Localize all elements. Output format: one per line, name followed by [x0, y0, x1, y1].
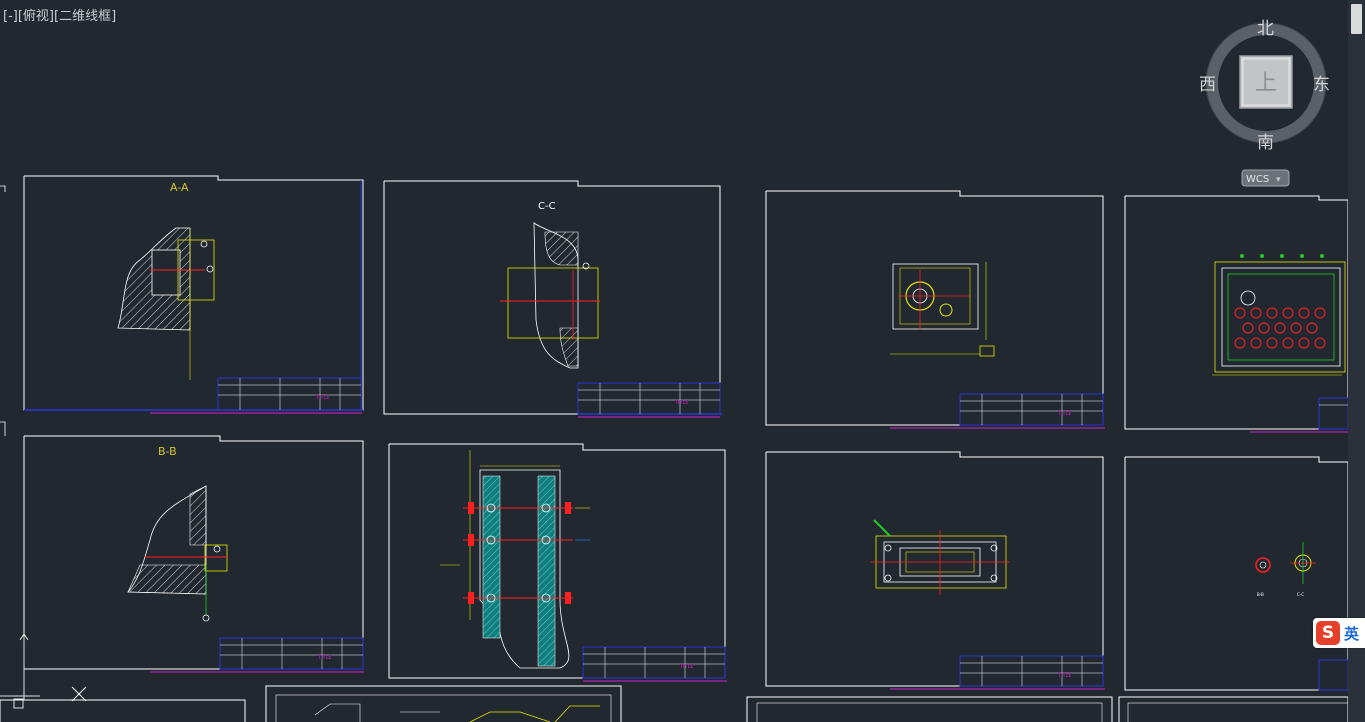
svg-text:TITLE: TITLE [679, 664, 694, 670]
svg-text:TITLE: TITLE [1057, 673, 1072, 679]
detail-label-cc: C-C [1297, 592, 1304, 597]
part-details-8: B-B C-C [1255, 542, 1316, 597]
visual-style-control[interactable]: [二维线框] [54, 9, 116, 24]
part-frame-7 [870, 519, 1010, 595]
part-section-bb [127, 485, 228, 622]
viewcube-west[interactable]: 西 [1199, 75, 1216, 95]
svg-text:TITLE: TITLE [317, 655, 332, 661]
drawing-sheet-7[interactable]: TITLE [765, 451, 1105, 690]
wcs-label: WCS [1246, 174, 1269, 185]
svg-text:TITLE: TITLE [674, 400, 689, 406]
viewcube-south[interactable]: 南 [1257, 133, 1274, 153]
detail-label-bb: B-B [1257, 592, 1264, 597]
title-block-4 [1318, 397, 1349, 430]
drawing-sheet-cc[interactable]: C-C TITLE [383, 180, 722, 418]
viewcube-face-label: 上 [1255, 71, 1277, 96]
part-section-aa [117, 227, 215, 380]
drawing-sheet-bb[interactable]: B-B TITLE [23, 435, 364, 673]
section-label-bb: B-B [158, 445, 177, 458]
part-plate-4 [1212, 254, 1346, 376]
drawing-sheet-aa[interactable]: A-A TITLE [23, 175, 364, 414]
title-block-7: TITLE [959, 655, 1104, 687]
ime-indicator[interactable]: S 英 [1313, 618, 1365, 648]
viewcube-east[interactable]: 东 [1313, 75, 1330, 95]
viewcube-north[interactable]: 北 [1257, 19, 1274, 39]
svg-text:TITLE: TITLE [315, 395, 330, 401]
section-label-aa: A-A [170, 181, 189, 194]
scrollbar-thumb[interactable] [1351, 4, 1362, 34]
svg-text:TITLE: TITLE [1057, 411, 1072, 417]
drawing-canvas[interactable]: A-A TITLE C-C TITLE TITLE B-B TITLE TITL… [0, 0, 1365, 722]
title-block-6: TITLE [582, 646, 726, 679]
drawing-sheet-8[interactable]: B-B C-C [1124, 456, 1349, 691]
part-plan-3 [890, 262, 995, 357]
viewport-controls-label[interactable]: [-][俯视][二维线框] [3, 5, 116, 24]
wcs-dropdown-icon: ▾ [1276, 175, 1281, 185]
drawing-sheet-6[interactable]: TITLE [388, 443, 727, 682]
title-block-2: TITLE [577, 382, 721, 415]
drawing-sheet-4[interactable] [1124, 195, 1349, 433]
crosshair-cursor [71, 686, 87, 702]
left-edge-fragments [0, 185, 6, 436]
ime-language-label[interactable]: 英 [1344, 623, 1359, 644]
drawing-sheet-3[interactable]: TITLE [765, 190, 1105, 429]
vertical-scrollbar[interactable] [1348, 0, 1365, 722]
wcs-menu-button[interactable]: WCS ▾ [1241, 169, 1290, 187]
view-direction-control[interactable]: [俯视] [18, 9, 54, 24]
drawing-sheet-bottom-row[interactable] [0, 685, 1349, 722]
sogou-logo-icon: S [1316, 621, 1340, 645]
section-label-cc: C-C [538, 201, 556, 212]
viewcube[interactable]: 上 北 南 西 东 WCS ▾ [1199, 19, 1330, 187]
part-section-cc [500, 222, 600, 369]
part-assembly-6 [440, 450, 590, 669]
title-block-8 [1318, 659, 1349, 691]
title-block-3: TITLE [959, 393, 1104, 426]
ucs-icon[interactable] [0, 633, 40, 709]
title-block-5: TITLE [219, 637, 364, 670]
title-block-1: TITLE [217, 377, 362, 411]
viewport-menu-control[interactable]: [-] [3, 9, 18, 24]
